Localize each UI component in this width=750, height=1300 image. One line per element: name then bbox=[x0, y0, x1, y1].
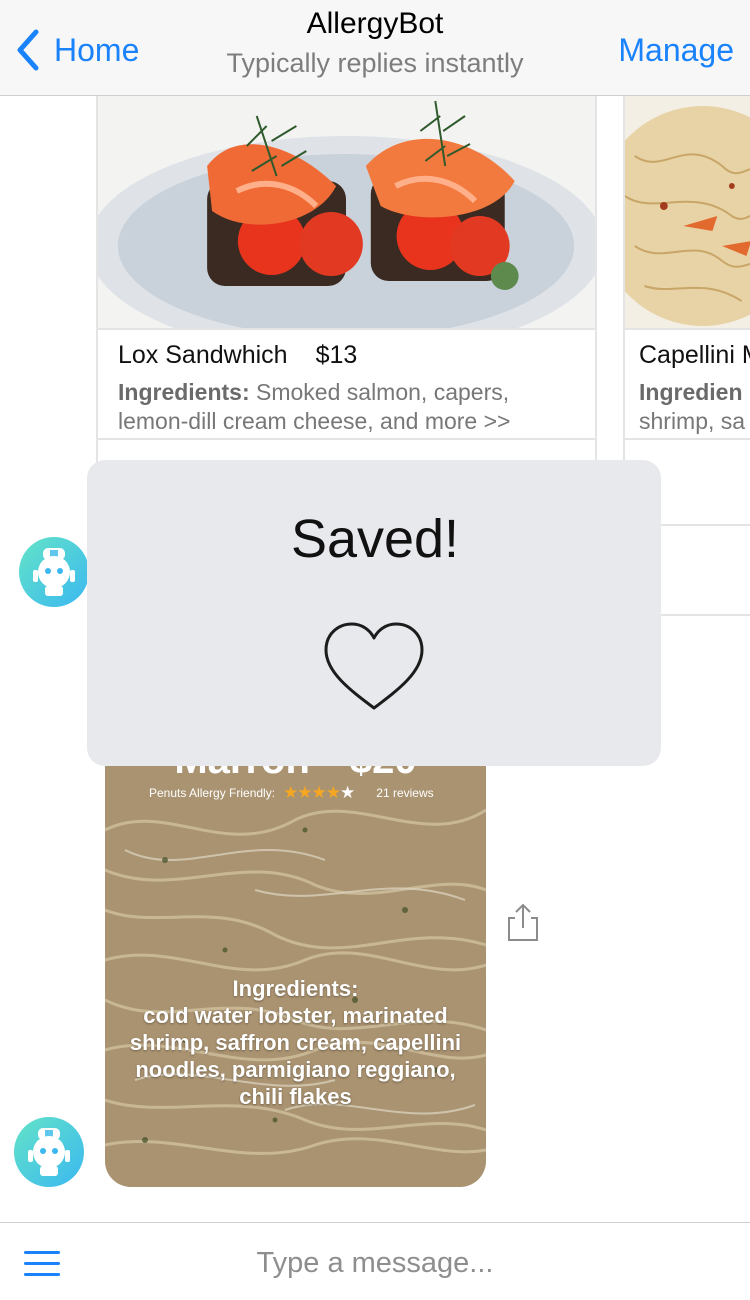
star-icon-empty: ★ bbox=[340, 783, 355, 802]
chevron-left-icon bbox=[17, 29, 39, 71]
lox-ingredients-label: Ingredients: bbox=[118, 379, 250, 405]
allergy-rating-row: Penuts Allergy Friendly: ★★★★★ 21 review… bbox=[105, 783, 486, 803]
robot-icon bbox=[28, 1128, 70, 1176]
star-icon-filled: ★★★★ bbox=[283, 783, 341, 802]
home-back-label: Home bbox=[54, 31, 140, 68]
lox-card-title: Lox Sandwhich $13 bbox=[118, 340, 575, 370]
lox-price: $13 bbox=[315, 341, 358, 369]
hamburger-menu-icon[interactable] bbox=[24, 1251, 60, 1277]
home-back-button[interactable]: Home bbox=[14, 26, 139, 74]
saved-toast-text: Saved! bbox=[290, 509, 460, 569]
lobster-ingredients-label: Ingredients: bbox=[232, 976, 359, 1001]
capellini-ingredients-label: Ingredien bbox=[639, 379, 743, 405]
capellini-card-info: Capellini M Ingredien shrimp, sa bbox=[625, 328, 750, 438]
manage-button[interactable]: Manage bbox=[618, 32, 734, 69]
bot-avatar bbox=[14, 1117, 84, 1187]
allergy-badge-label: Penuts Allergy Friendly: bbox=[149, 786, 276, 800]
lobster-ingredients: Ingredients: cold water lobster, marinat… bbox=[117, 975, 474, 1110]
dish-detail-card-lobster[interactable]: Marron$20 Penuts Allergy Friendly: ★★★★★… bbox=[105, 700, 486, 1187]
chat-subtitle: Typically replies instantly bbox=[226, 48, 524, 78]
saved-toast bbox=[87, 460, 661, 766]
chat-title-block[interactable]: AllergyBot Typically replies instantly bbox=[175, 6, 575, 81]
heart-outline-icon[interactable] bbox=[320, 620, 428, 716]
share-icon[interactable] bbox=[506, 902, 540, 942]
capellini-ingredients: Ingredien shrimp, sa bbox=[639, 378, 747, 436]
capellini-ingredients-text: shrimp, sa bbox=[639, 408, 746, 434]
star-rating: ★★★★★ bbox=[283, 783, 355, 803]
message-composer bbox=[0, 1222, 750, 1300]
lox-name: Lox Sandwhich bbox=[118, 341, 288, 369]
reviews-count[interactable]: 21 reviews bbox=[376, 786, 433, 800]
message-input[interactable] bbox=[210, 1241, 540, 1285]
lobster-ingredients-text: cold water lobster, marinated shrimp, sa… bbox=[129, 1003, 462, 1109]
chat-header: Home AllergyBot Typically replies instan… bbox=[0, 0, 750, 96]
lox-ingredients: Ingredients: Smoked salmon, capers, lemo… bbox=[118, 378, 575, 436]
lox-ingredients-text: Smoked salmon, capers, bbox=[256, 379, 510, 405]
lox-sandwich-image bbox=[98, 96, 595, 328]
capellini-name: Capellini M bbox=[639, 341, 750, 369]
capellini-image bbox=[625, 96, 750, 328]
lox-card-info: Lox Sandwhich $13 Ingredients: Smoked sal… bbox=[98, 328, 595, 438]
lox-ingredients-more[interactable]: lemon-dill cream cheese, and more >> bbox=[118, 408, 510, 434]
chat-title: AllergyBot bbox=[306, 7, 444, 40]
